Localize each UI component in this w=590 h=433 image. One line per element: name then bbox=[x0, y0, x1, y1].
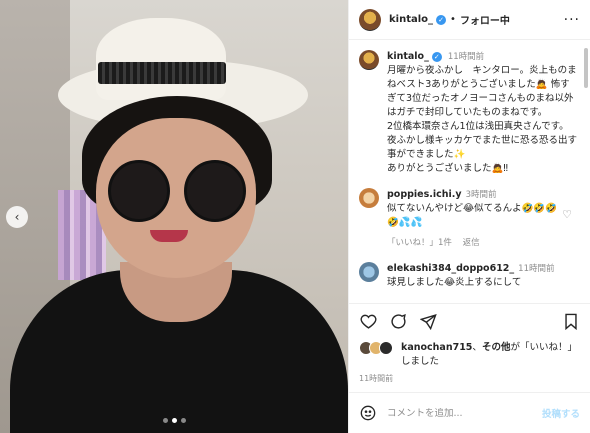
liker-username[interactable]: kanochan715 bbox=[401, 342, 472, 353]
carousel-dot bbox=[162, 418, 168, 423]
comment-input[interactable] bbox=[387, 407, 532, 419]
likes-comma: 、 bbox=[472, 342, 482, 353]
caption-line: ありがとうございました🙇‼ bbox=[387, 163, 508, 174]
caption-author-avatar[interactable] bbox=[359, 50, 379, 70]
carousel-prev-button[interactable]: ‹ bbox=[6, 206, 28, 228]
liker-avatar bbox=[379, 341, 393, 355]
verified-badge-icon: ✓ bbox=[431, 52, 442, 62]
sunglasses-right-lens bbox=[184, 160, 246, 222]
comment-item: poppies.ichi.y 3時間前 似てないんやけど😂似てるんよ🤣🤣🤣🤣💦💦 … bbox=[359, 188, 578, 250]
likes-summary: kanochan715、その他が「いいね！」しました bbox=[349, 339, 590, 369]
post-timestamp: 11時間前 bbox=[349, 369, 590, 393]
comments-list[interactable]: kintalo_ ✓ 11時間前 月曜から夜ふかし キンタロー。炎上ものまねベスト3… bbox=[349, 40, 590, 303]
comment-text: 似てないんやけど😂似てるんよ🤣🤣🤣🤣💦💦 bbox=[387, 203, 558, 228]
comment-meta: 「いいね！」1件 返信 bbox=[387, 236, 567, 250]
commenter-avatar[interactable] bbox=[359, 262, 379, 282]
comment-body: poppies.ichi.y 3時間前 似てないんやけど😂似てるんよ🤣🤣🤣🤣💦💦 … bbox=[387, 188, 567, 250]
verified-badge-icon: ✓ bbox=[436, 14, 447, 25]
commenter-avatar[interactable] bbox=[359, 188, 379, 208]
comment-input-bar: 投稿する bbox=[349, 393, 590, 433]
comment-icon[interactable] bbox=[389, 313, 407, 331]
bookmark-icon[interactable] bbox=[562, 313, 580, 331]
caption-time: 11時間前 bbox=[447, 52, 485, 62]
send-icon[interactable] bbox=[419, 313, 437, 331]
comment-item: elekashi384_doppo612_ 11時間前 球見しました😂炎上するにし… bbox=[359, 262, 578, 290]
caption-line: 2位橋本環奈さん1位は浅田真央さんです。 bbox=[387, 121, 569, 132]
hat-band bbox=[98, 62, 226, 84]
caption-line: 夜ふかし様キッカケでまた世に恐る恐る出す事ができました✨ bbox=[387, 135, 578, 160]
comment-body: elekashi384_doppo612_ 11時間前 球見しました😂炎上するにし… bbox=[387, 262, 567, 290]
post-comment-button[interactable]: 投稿する bbox=[542, 406, 580, 420]
comment-likes-count[interactable]: 「いいね！」1件 bbox=[387, 238, 452, 248]
follow-status-button[interactable]: フォロー中 bbox=[460, 12, 510, 27]
liker-avatars bbox=[359, 341, 393, 369]
smile-icon[interactable] bbox=[359, 404, 377, 422]
likes-text: kanochan715、その他が「いいね！」しました bbox=[401, 341, 580, 369]
caption-line: 月曜から夜ふかし キンタロー。炎上ものまねベスト3ありがとうございました🙇 怖す… bbox=[387, 65, 577, 118]
post-photo[interactable]: ‹ bbox=[0, 0, 348, 433]
comments-scrollbar[interactable] bbox=[584, 48, 588, 88]
carousel-dot-active bbox=[171, 418, 177, 423]
post-actions-bar bbox=[349, 303, 590, 339]
comment-time: 3時間前 bbox=[465, 190, 497, 200]
post-caption: kintalo_ ✓ 11時間前 月曜から夜ふかし キンタロー。炎上ものまねベスト3… bbox=[359, 50, 578, 176]
separator-dot: • bbox=[450, 14, 456, 25]
carousel-dot bbox=[180, 418, 186, 423]
comment-reply-button[interactable]: 返信 bbox=[463, 238, 480, 248]
comment-text: 球見しました😂炎上するにして bbox=[387, 277, 522, 288]
mouth bbox=[150, 230, 188, 242]
likes-others-link[interactable]: その他 bbox=[482, 342, 511, 353]
heart-icon[interactable] bbox=[359, 313, 377, 331]
post-side-panel: kintalo_ ✓ • フォロー中 ··· kintalo_ ✓ 11時間前 月曜… bbox=[348, 0, 590, 433]
carousel-dots bbox=[0, 418, 348, 423]
caption-body: kintalo_ ✓ 11時間前 月曜から夜ふかし キンタロー。炎上ものまねベスト3… bbox=[387, 50, 578, 176]
post-view: ‹ kintalo_ ✓ • フォロー中 ··· kintalo_ ✓ 11時間前 bbox=[0, 0, 590, 433]
author-username[interactable]: kintalo_ bbox=[389, 14, 433, 25]
caption-username[interactable]: kintalo_ bbox=[387, 51, 429, 62]
comment-time: 11時間前 bbox=[518, 264, 555, 274]
more-horizontal-icon[interactable]: ··· bbox=[564, 12, 580, 28]
comment-like-heart-icon[interactable]: ♡ bbox=[562, 208, 572, 221]
post-header: kintalo_ ✓ • フォロー中 ··· bbox=[349, 0, 590, 40]
comment-username[interactable]: poppies.ichi.y bbox=[387, 189, 462, 200]
author-avatar[interactable] bbox=[359, 8, 381, 31]
sunglasses-left-lens bbox=[108, 160, 170, 222]
hat-crown bbox=[96, 18, 226, 100]
chevron-left-icon: ‹ bbox=[14, 210, 20, 224]
comment-username[interactable]: elekashi384_doppo612_ bbox=[387, 263, 514, 274]
